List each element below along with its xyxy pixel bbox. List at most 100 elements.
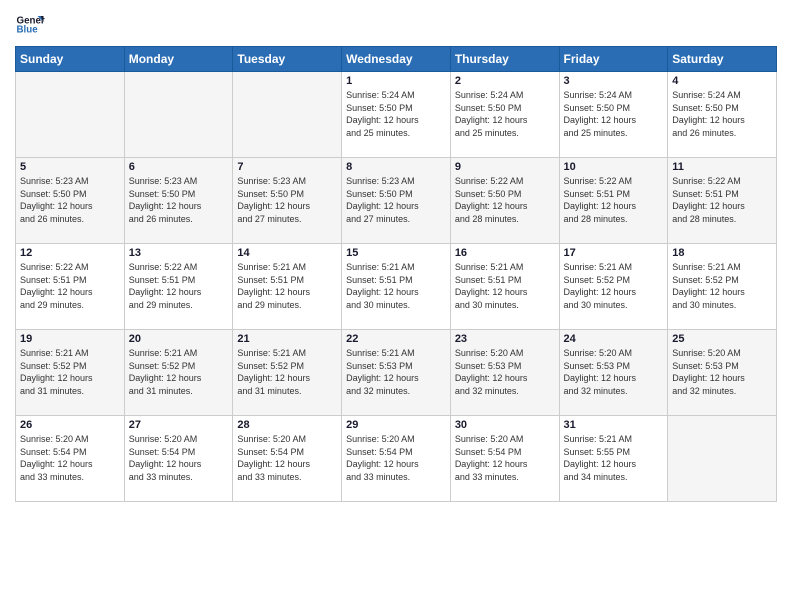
day-info: Sunrise: 5:21 AM Sunset: 5:53 PM Dayligh… <box>346 347 446 397</box>
day-number: 31 <box>564 419 664 431</box>
day-info: Sunrise: 5:20 AM Sunset: 5:54 PM Dayligh… <box>129 433 229 483</box>
day-number: 26 <box>20 419 120 431</box>
day-info: Sunrise: 5:21 AM Sunset: 5:52 PM Dayligh… <box>564 261 664 311</box>
day-number: 22 <box>346 333 446 345</box>
calendar-cell: 4 Sunrise: 5:24 AM Sunset: 5:50 PM Daylig… <box>668 72 777 158</box>
day-info: Sunrise: 5:24 AM Sunset: 5:50 PM Dayligh… <box>672 89 772 139</box>
day-number: 14 <box>237 247 337 259</box>
calendar-week-row: 19 Sunrise: 5:21 AM Sunset: 5:52 PM Dayli… <box>16 330 777 416</box>
day-info: Sunrise: 5:24 AM Sunset: 5:50 PM Dayligh… <box>455 89 555 139</box>
day-info: Sunrise: 5:21 AM Sunset: 5:51 PM Dayligh… <box>346 261 446 311</box>
day-info: Sunrise: 5:20 AM Sunset: 5:54 PM Dayligh… <box>237 433 337 483</box>
calendar-cell: 12 Sunrise: 5:22 AM Sunset: 5:51 PM Dayli… <box>16 244 125 330</box>
day-number: 12 <box>20 247 120 259</box>
calendar-cell: 10Sunrise: 5:22 AM Sunset: 5:51 PM Dayli… <box>559 158 668 244</box>
day-number: 3 <box>564 75 664 87</box>
calendar-cell: 28 Sunrise: 5:20 AM Sunset: 5:54 PM Dayli… <box>233 416 342 502</box>
day-info: Sunrise: 5:23 AM Sunset: 5:50 PM Dayligh… <box>20 175 120 225</box>
calendar-cell: 21Sunrise: 5:21 AM Sunset: 5:52 PM Dayli… <box>233 330 342 416</box>
calendar-week-row: 5 Sunrise: 5:23 AM Sunset: 5:50 PM Daylig… <box>16 158 777 244</box>
calendar-cell: 1Sunrise: 5:24 AM Sunset: 5:50 PM Daylig… <box>342 72 451 158</box>
svg-text:Blue: Blue <box>17 25 39 36</box>
calendar-header-monday: Monday <box>124 47 233 72</box>
day-info: Sunrise: 5:20 AM Sunset: 5:53 PM Dayligh… <box>455 347 555 397</box>
day-number: 27 <box>129 419 229 431</box>
day-info: Sunrise: 5:21 AM Sunset: 5:51 PM Dayligh… <box>455 261 555 311</box>
calendar-header-thursday: Thursday <box>450 47 559 72</box>
calendar-cell: 2Sunrise: 5:24 AM Sunset: 5:50 PM Daylig… <box>450 72 559 158</box>
day-number: 5 <box>20 161 120 173</box>
calendar-cell: 3 Sunrise: 5:24 AM Sunset: 5:50 PM Daylig… <box>559 72 668 158</box>
calendar-cell: 24Sunrise: 5:20 AM Sunset: 5:53 PM Dayli… <box>559 330 668 416</box>
calendar-week-row: 12 Sunrise: 5:22 AM Sunset: 5:51 PM Dayli… <box>16 244 777 330</box>
calendar-cell <box>124 72 233 158</box>
day-number: 9 <box>455 161 555 173</box>
day-info: Sunrise: 5:21 AM Sunset: 5:52 PM Dayligh… <box>20 347 120 397</box>
day-number: 1 <box>346 75 446 87</box>
day-number: 7 <box>237 161 337 173</box>
day-number: 29 <box>346 419 446 431</box>
calendar-cell: 30 Sunrise: 5:20 AM Sunset: 5:54 PM Dayli… <box>450 416 559 502</box>
day-number: 13 <box>129 247 229 259</box>
calendar-header-row: SundayMondayTuesdayWednesdayThursdayFrid… <box>16 47 777 72</box>
day-info: Sunrise: 5:23 AM Sunset: 5:50 PM Dayligh… <box>237 175 337 225</box>
day-number: 17 <box>564 247 664 259</box>
day-number: 19 <box>20 333 120 345</box>
day-number: 6 <box>129 161 229 173</box>
calendar-cell: 20 Sunrise: 5:21 AM Sunset: 5:52 PM Dayli… <box>124 330 233 416</box>
day-info: Sunrise: 5:22 AM Sunset: 5:51 PM Dayligh… <box>20 261 120 311</box>
calendar-table: SundayMondayTuesdayWednesdayThursdayFrid… <box>15 46 777 502</box>
day-number: 4 <box>672 75 772 87</box>
calendar-cell: 26Sunrise: 5:20 AM Sunset: 5:54 PM Dayli… <box>16 416 125 502</box>
day-number: 18 <box>672 247 772 259</box>
calendar-cell: 8Sunrise: 5:23 AM Sunset: 5:50 PM Daylig… <box>342 158 451 244</box>
day-info: Sunrise: 5:21 AM Sunset: 5:52 PM Dayligh… <box>672 261 772 311</box>
calendar-cell: 5 Sunrise: 5:23 AM Sunset: 5:50 PM Daylig… <box>16 158 125 244</box>
day-number: 16 <box>455 247 555 259</box>
calendar-cell: 31Sunrise: 5:21 AM Sunset: 5:55 PM Dayli… <box>559 416 668 502</box>
day-number: 28 <box>237 419 337 431</box>
day-info: Sunrise: 5:22 AM Sunset: 5:51 PM Dayligh… <box>129 261 229 311</box>
calendar-cell <box>233 72 342 158</box>
calendar-week-row: 1 Sunrise: 5:24 AM Sunset: 5:50 PM Daylig… <box>16 72 777 158</box>
day-number: 21 <box>237 333 337 345</box>
day-info: Sunrise: 5:21 AM Sunset: 5:51 PM Dayligh… <box>237 261 337 311</box>
calendar-cell <box>16 72 125 158</box>
calendar-cell: 7 Sunrise: 5:23 AM Sunset: 5:50 PM Daylig… <box>233 158 342 244</box>
day-number: 23 <box>455 333 555 345</box>
day-info: Sunrise: 5:22 AM Sunset: 5:51 PM Dayligh… <box>672 175 772 225</box>
calendar-cell: 11 Sunrise: 5:22 AM Sunset: 5:51 PM Dayli… <box>668 158 777 244</box>
calendar-week-row: 26 Sunrise: 5:20 AM Sunset: 5:54 PM Dayli… <box>16 416 777 502</box>
day-number: 30 <box>455 419 555 431</box>
calendar-cell: 6 Sunrise: 5:23 AM Sunset: 5:50 PM Daylig… <box>124 158 233 244</box>
calendar-cell: 18 Sunrise: 5:21 AM Sunset: 5:52 PM Dayli… <box>668 244 777 330</box>
calendar-cell <box>668 416 777 502</box>
day-number: 15 <box>346 247 446 259</box>
day-info: Sunrise: 5:23 AM Sunset: 5:50 PM Dayligh… <box>129 175 229 225</box>
calendar-header-wednesday: Wednesday <box>342 47 451 72</box>
calendar-cell: 22 Sunrise: 5:21 AM Sunset: 5:53 PM Dayli… <box>342 330 451 416</box>
calendar-cell: 15 Sunrise: 5:21 AM Sunset: 5:51 PM Dayli… <box>342 244 451 330</box>
day-info: Sunrise: 5:22 AM Sunset: 5:51 PM Dayligh… <box>564 175 664 225</box>
calendar-header-sunday: Sunday <box>16 47 125 72</box>
calendar-cell: 29 Sunrise: 5:20 AM Sunset: 5:54 PM Dayli… <box>342 416 451 502</box>
day-number: 8 <box>346 161 446 173</box>
calendar-header-tuesday: Tuesday <box>233 47 342 72</box>
day-info: Sunrise: 5:20 AM Sunset: 5:54 PM Dayligh… <box>455 433 555 483</box>
calendar-cell: 13 Sunrise: 5:22 AM Sunset: 5:51 PM Dayli… <box>124 244 233 330</box>
day-info: Sunrise: 5:21 AM Sunset: 5:52 PM Dayligh… <box>129 347 229 397</box>
calendar-cell: 9 Sunrise: 5:22 AM Sunset: 5:50 PM Daylig… <box>450 158 559 244</box>
logo-icon: General Blue <box>15 10 45 40</box>
day-info: Sunrise: 5:20 AM Sunset: 5:54 PM Dayligh… <box>346 433 446 483</box>
calendar-cell: 19 Sunrise: 5:21 AM Sunset: 5:52 PM Dayli… <box>16 330 125 416</box>
day-number: 20 <box>129 333 229 345</box>
calendar-cell: 23 Sunrise: 5:20 AM Sunset: 5:53 PM Dayli… <box>450 330 559 416</box>
day-info: Sunrise: 5:24 AM Sunset: 5:50 PM Dayligh… <box>564 89 664 139</box>
day-number: 24 <box>564 333 664 345</box>
calendar-cell: 27 Sunrise: 5:20 AM Sunset: 5:54 PM Dayli… <box>124 416 233 502</box>
day-number: 11 <box>672 161 772 173</box>
calendar-cell: 25Sunrise: 5:20 AM Sunset: 5:53 PM Dayli… <box>668 330 777 416</box>
logo: General Blue <box>15 10 49 40</box>
calendar-header-friday: Friday <box>559 47 668 72</box>
day-info: Sunrise: 5:22 AM Sunset: 5:50 PM Dayligh… <box>455 175 555 225</box>
